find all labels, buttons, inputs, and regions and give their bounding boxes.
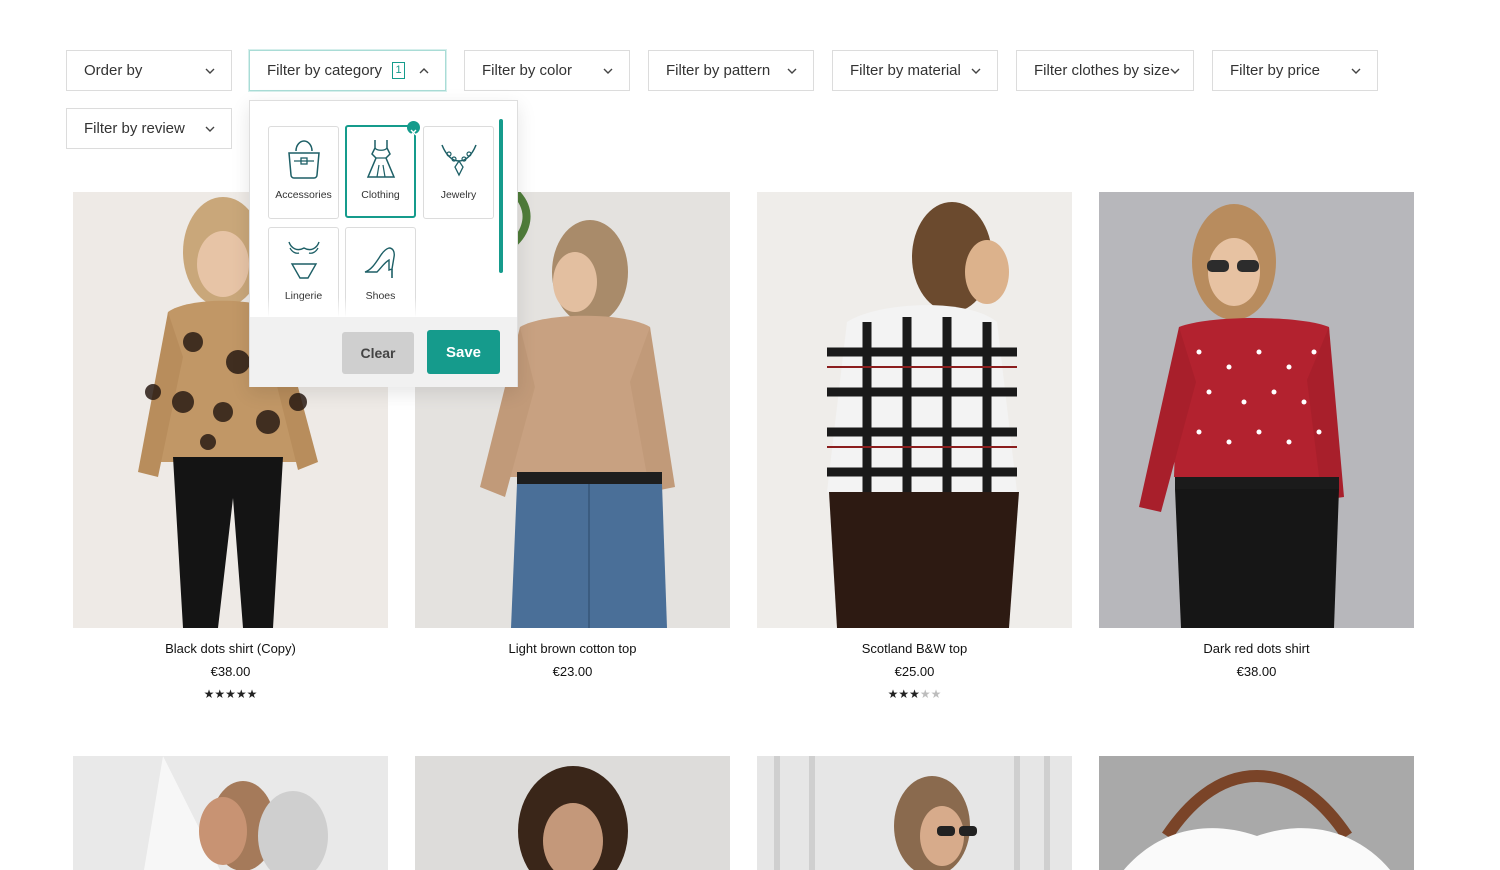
chevron-down-icon xyxy=(971,66,981,76)
filter-category-label: Filter by category xyxy=(267,62,383,79)
necklace-icon xyxy=(440,144,477,177)
filter-by-review-dropdown[interactable]: Filter by review xyxy=(66,108,232,149)
chevron-down-icon xyxy=(1170,66,1180,76)
star-icon: ★ xyxy=(246,687,258,701)
category-list-scrollbar[interactable] xyxy=(499,119,503,273)
category-list[interactable]: Accessories Clothing Jewelry Lingerie Sh… xyxy=(250,101,517,317)
category-label: Accessories xyxy=(275,189,332,201)
chevron-up-icon xyxy=(419,66,429,76)
product-card[interactable]: Dark red dots shirt €38.00 xyxy=(1099,192,1414,679)
product-image[interactable] xyxy=(757,192,1072,628)
dress-icon xyxy=(366,140,395,178)
chevron-down-icon xyxy=(787,66,797,76)
star-icon: ★ xyxy=(930,687,942,701)
filter-by-category-dropdown[interactable]: Filter by category 1 xyxy=(249,50,446,91)
dropdown-footer: Clear Save xyxy=(250,317,517,387)
filter-price-label: Filter by price xyxy=(1230,62,1321,79)
product-name[interactable]: Dark red dots shirt xyxy=(1099,641,1414,656)
star-icon: ★ xyxy=(919,687,931,701)
filter-review-label: Filter by review xyxy=(84,120,185,137)
filter-material-label: Filter by material xyxy=(850,62,961,79)
product-name[interactable]: Light brown cotton top xyxy=(415,641,730,656)
star-icon: ★ xyxy=(898,687,910,701)
rating-stars: ★★★★★ xyxy=(757,687,1072,701)
category-option-clothing[interactable]: Clothing xyxy=(345,121,420,218)
product-image[interactable] xyxy=(1099,192,1414,628)
filter-by-pattern-dropdown[interactable]: Filter by pattern xyxy=(648,50,814,91)
chevron-down-icon xyxy=(205,124,215,134)
product-price: €23.00 xyxy=(552,664,593,679)
product-image[interactable] xyxy=(757,756,1072,870)
filter-color-label: Filter by color xyxy=(482,62,573,79)
star-icon: ★ xyxy=(225,687,236,701)
high-heel-icon xyxy=(364,247,395,278)
category-label: Clothing xyxy=(361,189,400,201)
category-option-accessories[interactable]: Accessories xyxy=(268,126,339,219)
chevron-down-icon xyxy=(603,66,613,76)
star-icon: ★ xyxy=(203,687,215,701)
filter-by-material-dropdown[interactable]: Filter by material xyxy=(832,50,998,91)
star-icon: ★ xyxy=(235,687,247,701)
product-price: €25.00 xyxy=(894,664,935,679)
star-icon: ★ xyxy=(887,687,899,701)
category-label: Jewelry xyxy=(440,189,477,201)
clear-button[interactable]: Clear xyxy=(342,332,414,374)
selected-count-badge: 1 xyxy=(392,62,405,79)
product-name[interactable]: Scotland B&W top xyxy=(757,641,1072,656)
filter-by-price-dropdown[interactable]: Filter by price xyxy=(1212,50,1378,91)
save-button[interactable]: Save xyxy=(427,330,500,374)
category-dropdown-panel: Accessories Clothing Jewelry Lingerie Sh… xyxy=(249,100,518,387)
list-fade xyxy=(250,297,517,317)
product-image[interactable] xyxy=(415,756,730,870)
star-icon: ★ xyxy=(909,687,920,701)
chevron-down-icon xyxy=(1351,66,1361,76)
chevron-down-icon xyxy=(205,66,215,76)
filter-pattern-label: Filter by pattern xyxy=(666,62,771,79)
lingerie-icon xyxy=(287,241,320,279)
category-option-jewelry[interactable]: Jewelry xyxy=(423,126,494,219)
product-image[interactable] xyxy=(73,756,388,870)
product-price: €38.00 xyxy=(210,664,251,679)
product-card[interactable]: Scotland B&W top €25.00 ★★★★★ xyxy=(757,192,1072,701)
handbag-icon xyxy=(287,140,320,179)
filter-size-label: Filter clothes by size xyxy=(1034,62,1170,79)
star-icon: ★ xyxy=(214,687,226,701)
filter-by-color-dropdown[interactable]: Filter by color xyxy=(464,50,630,91)
product-image[interactable] xyxy=(1099,756,1414,870)
filter-by-size-dropdown[interactable]: Filter clothes by size xyxy=(1016,50,1194,91)
order-by-label: Order by xyxy=(84,62,143,79)
product-name[interactable]: Black dots shirt (Copy) xyxy=(73,641,388,656)
rating-stars: ★★★★★ xyxy=(73,687,388,701)
remove-selection-icon[interactable] xyxy=(407,121,420,136)
product-price: €38.00 xyxy=(1236,664,1277,679)
order-by-dropdown[interactable]: Order by xyxy=(66,50,232,91)
